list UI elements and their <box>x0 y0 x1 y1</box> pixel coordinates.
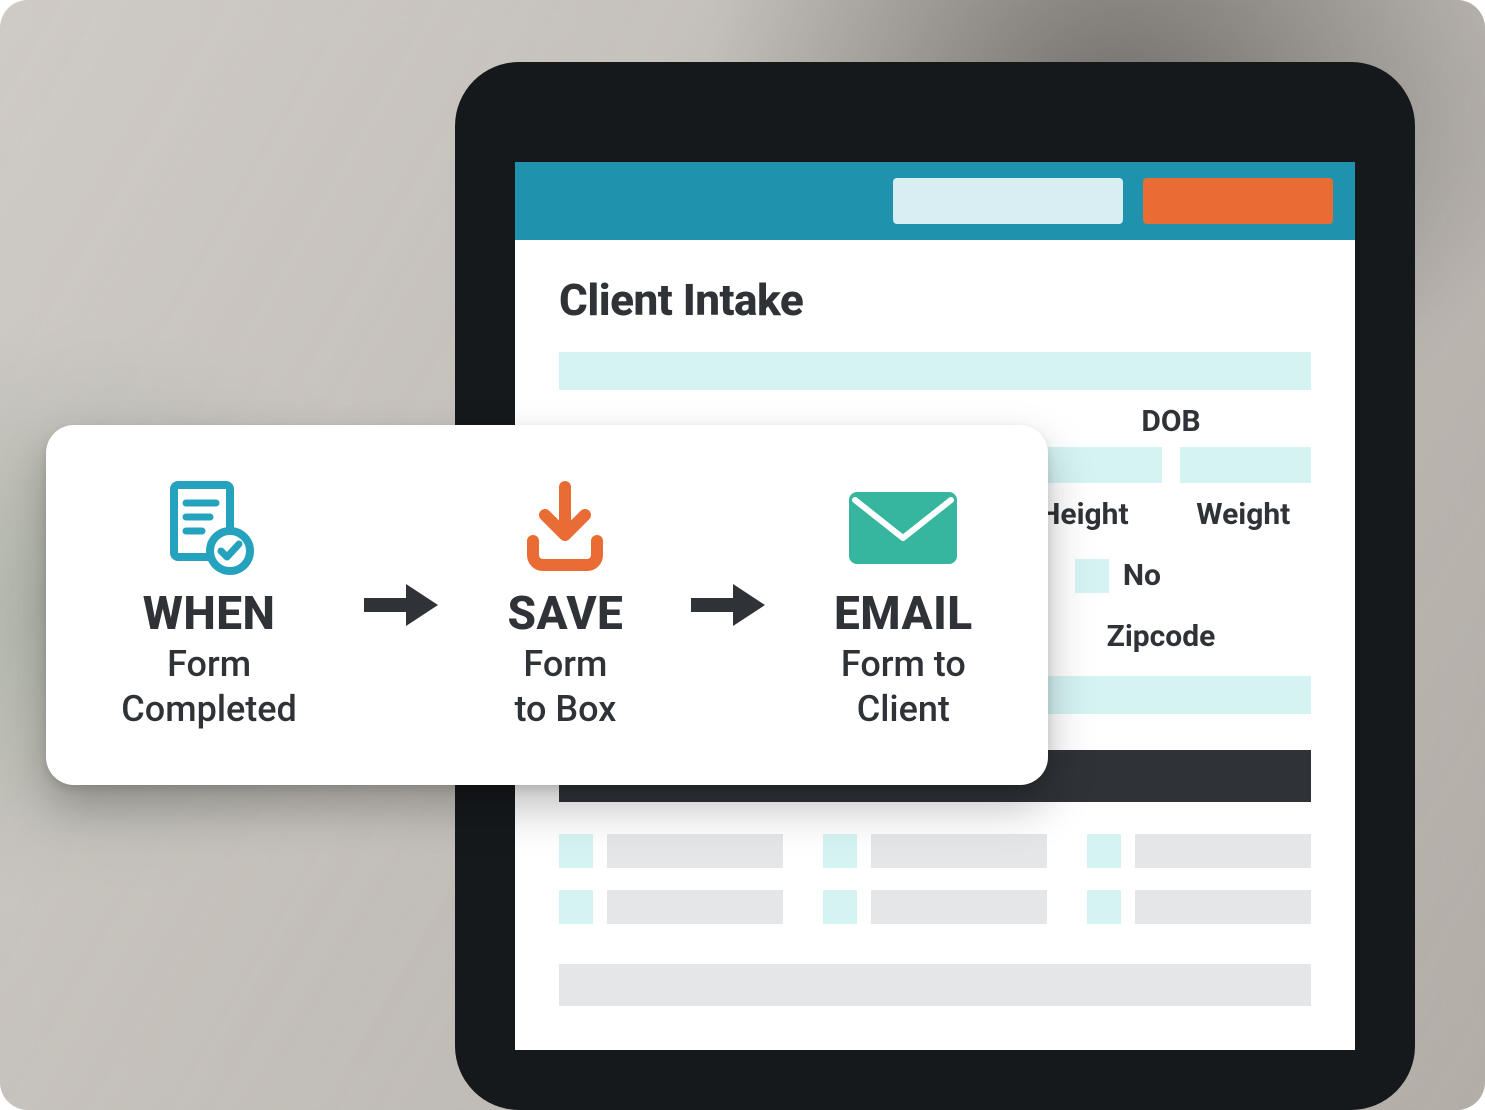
dob-field-2[interactable] <box>1180 447 1311 483</box>
step-subtext: Form <box>167 643 251 686</box>
document-check-icon <box>154 479 264 575</box>
checkbox-icon <box>1075 559 1109 593</box>
checkbox-icon <box>559 890 593 924</box>
step-subtext: Form to <box>841 643 966 686</box>
topbar-primary-button[interactable] <box>1143 178 1333 224</box>
list-item[interactable] <box>1087 890 1311 924</box>
workflow-step-email: EMAIL Form to Client <box>834 479 973 731</box>
checkbox-icon <box>823 890 857 924</box>
option-label-placeholder <box>1135 890 1311 924</box>
step-subtext: Client <box>857 688 950 731</box>
list-item[interactable] <box>1087 834 1311 868</box>
no-option[interactable]: No <box>1075 558 1161 593</box>
checkbox-icon <box>823 834 857 868</box>
page-title: Client Intake <box>559 274 1311 326</box>
download-icon <box>515 479 615 575</box>
weight-label: Weight <box>1196 497 1290 532</box>
no-label: No <box>1123 558 1161 593</box>
checkbox-icon <box>1087 890 1121 924</box>
list-item[interactable] <box>823 890 1047 924</box>
step-headline: EMAIL <box>834 587 973 641</box>
illustration-stage: Client Intake DOB Height <box>0 0 1485 1110</box>
topbar-search-placeholder[interactable] <box>893 178 1123 224</box>
options-row-1 <box>559 834 1311 868</box>
step-subtext: Completed <box>121 688 297 731</box>
step-headline: SAVE <box>507 587 623 641</box>
zipcode-label: Zipcode <box>1107 619 1216 654</box>
list-item[interactable] <box>559 834 783 868</box>
option-label-placeholder <box>871 834 1047 868</box>
workflow-card: WHEN Form Completed SAVE Form to Box <box>46 425 1048 785</box>
option-label-placeholder <box>607 834 783 868</box>
step-headline: WHEN <box>143 587 276 641</box>
name-field[interactable] <box>559 352 1311 390</box>
step-subtext: to Box <box>514 688 616 731</box>
workflow-step-save: SAVE Form to Box <box>507 479 623 731</box>
arrow-right-icon <box>360 578 444 632</box>
dob-field-1[interactable] <box>1031 447 1162 483</box>
step-subtext: Form <box>523 643 607 686</box>
envelope-icon <box>843 479 963 575</box>
height-label: Height <box>1039 497 1128 532</box>
option-label-placeholder <box>1135 834 1311 868</box>
workflow-step-when: WHEN Form Completed <box>121 479 297 731</box>
footer-bar <box>559 964 1311 1006</box>
list-item[interactable] <box>559 890 783 924</box>
options-row-2 <box>559 890 1311 924</box>
arrow-right-icon <box>687 578 771 632</box>
dob-label: DOB <box>1141 404 1200 439</box>
option-label-placeholder <box>871 890 1047 924</box>
checkbox-icon <box>1087 834 1121 868</box>
list-item[interactable] <box>823 834 1047 868</box>
checkbox-icon <box>559 834 593 868</box>
app-topbar <box>515 162 1355 240</box>
option-label-placeholder <box>607 890 783 924</box>
